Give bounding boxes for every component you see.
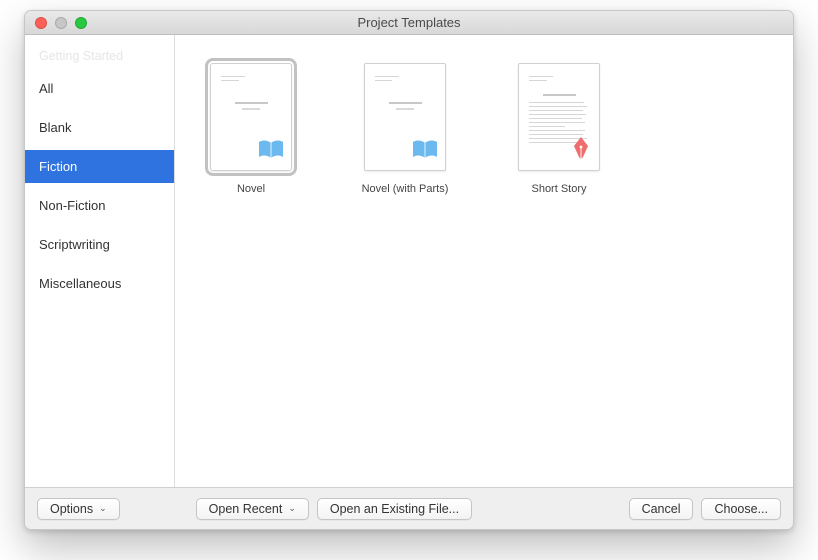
open-existing-file-button[interactable]: Open an Existing File... [317,498,472,520]
sidebar-item-miscellaneous[interactable]: Miscellaneous [25,267,174,300]
sidebar: Getting Started All Blank Fiction Non-Fi… [25,35,175,487]
cancel-button[interactable]: Cancel [629,498,694,520]
template-label: Novel [237,183,265,195]
options-button[interactable]: Options ⌄ [37,498,120,520]
sidebar-item-label: Scriptwriting [39,237,110,252]
sidebar-item-non-fiction[interactable]: Non-Fiction [25,189,174,222]
template-novel-with-parts[interactable]: Novel (with Parts) [357,63,453,195]
template-thumbnail [364,63,446,171]
project-templates-window: Project Templates Getting Started All Bl… [24,10,794,530]
template-content: Novel [175,35,793,487]
template-label: Short Story [531,183,586,195]
button-label: Open Recent [209,502,283,516]
chevron-down-icon: ⌄ [99,503,107,514]
window-body: Getting Started All Blank Fiction Non-Fi… [25,35,793,487]
template-grid: Novel [175,35,793,223]
template-thumbnail [518,63,600,171]
template-short-story[interactable]: Short Story [511,63,607,195]
sidebar-item-label: Blank [39,120,72,135]
sidebar-item-label: All [39,81,53,96]
pen-nib-icon [569,135,593,166]
chevron-down-icon: ⌄ [288,503,296,514]
sidebar-item-label: Non-Fiction [39,198,105,213]
book-icon [257,139,285,166]
footer: Options ⌄ Open Recent ⌄ Open an Existing… [25,487,793,529]
button-label: Cancel [642,502,681,516]
sidebar-item-all[interactable]: All [25,72,174,105]
sidebar-item-blank[interactable]: Blank [25,111,174,144]
window-title: Project Templates [25,15,793,30]
template-label: Novel (with Parts) [362,183,449,195]
button-label: Choose... [714,502,768,516]
titlebar: Project Templates [25,11,793,35]
sidebar-header: Getting Started [25,39,174,69]
choose-button[interactable]: Choose... [701,498,781,520]
open-recent-button[interactable]: Open Recent ⌄ [196,498,309,520]
template-novel[interactable]: Novel [203,63,299,195]
sidebar-item-label: Miscellaneous [39,276,121,291]
sidebar-item-scriptwriting[interactable]: Scriptwriting [25,228,174,261]
template-thumbnail [210,63,292,171]
sidebar-item-fiction[interactable]: Fiction [25,150,174,183]
book-icon [411,139,439,166]
sidebar-item-label: Fiction [39,159,77,174]
button-label: Open an Existing File... [330,502,459,516]
button-label: Options [50,502,93,516]
